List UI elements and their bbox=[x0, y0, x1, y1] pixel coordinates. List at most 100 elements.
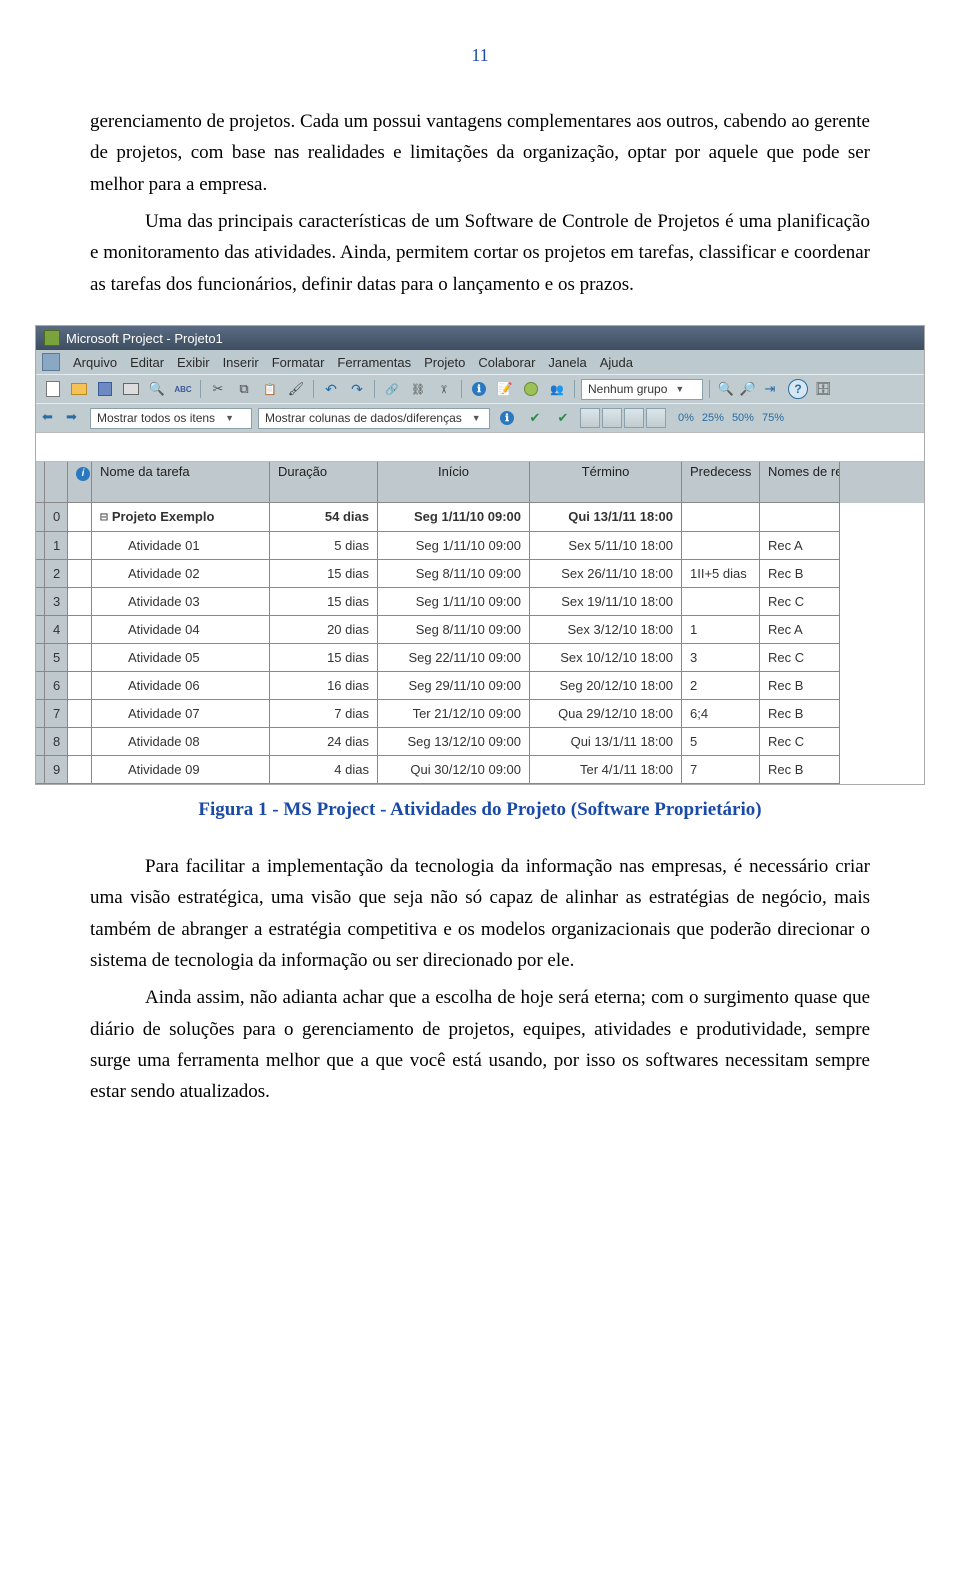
summary-start[interactable]: Seg 1/11/10 09:00 bbox=[378, 503, 530, 532]
zoom-in-icon[interactable]: 🔎 bbox=[738, 379, 758, 399]
copy-icon[interactable] bbox=[233, 378, 255, 400]
menu-exibir[interactable]: Exibir bbox=[177, 355, 210, 370]
spellcheck-icon[interactable] bbox=[172, 378, 194, 400]
task-name[interactable]: Atividade 03 bbox=[92, 588, 270, 616]
network-view-icon[interactable] bbox=[624, 408, 644, 428]
menu-ajuda[interactable]: Ajuda bbox=[600, 355, 633, 370]
task-res[interactable]: Rec B bbox=[760, 700, 840, 728]
task-res[interactable]: Rec A bbox=[760, 532, 840, 560]
task-res[interactable]: Rec B bbox=[760, 672, 840, 700]
task-duration[interactable]: 5 dias bbox=[270, 532, 378, 560]
goto-task-icon[interactable]: ⇥ bbox=[760, 379, 780, 399]
task-row[interactable]: 2Atividade 0215 diasSeg 8/11/10 09:00Sex… bbox=[36, 560, 924, 588]
task-pred[interactable] bbox=[682, 532, 760, 560]
task-duration[interactable]: 4 dias bbox=[270, 756, 378, 784]
task-name[interactable]: Atividade 04 bbox=[92, 616, 270, 644]
task-pred[interactable]: 2 bbox=[682, 672, 760, 700]
task-duration[interactable]: 15 dias bbox=[270, 644, 378, 672]
pct-0[interactable]: 0% bbox=[678, 412, 694, 424]
summary-row[interactable]: 0 ⊟Projeto Exemplo 54 dias Seg 1/11/10 0… bbox=[36, 503, 924, 532]
help-icon[interactable]: ? bbox=[788, 379, 808, 399]
status-icon[interactable]: ✔ bbox=[552, 407, 574, 429]
menu-editar[interactable]: Editar bbox=[130, 355, 164, 370]
task-row[interactable]: 7Atividade 077 diasTer 21/12/10 09:00Qua… bbox=[36, 700, 924, 728]
task-res[interactable]: Rec C bbox=[760, 728, 840, 756]
task-row[interactable]: 6Atividade 0616 diasSeg 29/11/10 09:00Se… bbox=[36, 672, 924, 700]
task-row[interactable]: 9Atividade 094 diasQui 30/12/10 09:00Ter… bbox=[36, 756, 924, 784]
print-icon[interactable] bbox=[120, 378, 142, 400]
task-res[interactable]: Rec C bbox=[760, 644, 840, 672]
col-duration[interactable]: Duração bbox=[270, 462, 378, 503]
task-start[interactable]: Seg 8/11/10 09:00 bbox=[378, 560, 530, 588]
task-end[interactable]: Sex 3/12/10 18:00 bbox=[530, 616, 682, 644]
task-start[interactable]: Ter 21/12/10 09:00 bbox=[378, 700, 530, 728]
task-pred[interactable]: 1II+5 dias bbox=[682, 560, 760, 588]
task-res[interactable]: Rec A bbox=[760, 616, 840, 644]
pct-50[interactable]: 50% bbox=[732, 412, 754, 424]
task-name[interactable]: Atividade 08 bbox=[92, 728, 270, 756]
task-end[interactable]: Sex 5/11/10 18:00 bbox=[530, 532, 682, 560]
task-end[interactable]: Ter 4/1/11 18:00 bbox=[530, 756, 682, 784]
col-name[interactable]: Nome da tarefa bbox=[92, 462, 270, 503]
task-res[interactable]: Rec B bbox=[760, 560, 840, 588]
gantt-view-icon[interactable] bbox=[580, 408, 600, 428]
tracking-icon[interactable]: ✔ bbox=[524, 407, 546, 429]
formula-bar[interactable] bbox=[36, 432, 924, 462]
menu-arquivo[interactable]: Arquivo bbox=[73, 355, 117, 370]
task-info-icon[interactable] bbox=[468, 378, 490, 400]
summary-pred[interactable] bbox=[682, 503, 760, 532]
task-name[interactable]: Atividade 01 bbox=[92, 532, 270, 560]
menu-formatar[interactable]: Formatar bbox=[272, 355, 325, 370]
link-tasks-icon[interactable] bbox=[381, 378, 403, 400]
paste-icon[interactable] bbox=[259, 378, 281, 400]
task-pred[interactable] bbox=[682, 588, 760, 616]
open-icon[interactable] bbox=[68, 378, 90, 400]
summary-duration[interactable]: 54 dias bbox=[270, 503, 378, 532]
group-dropdown[interactable]: Nenhum grupo ▼ bbox=[581, 379, 703, 400]
task-pred[interactable]: 5 bbox=[682, 728, 760, 756]
col-resources[interactable]: Nomes de recursos bbox=[760, 462, 840, 503]
col-end[interactable]: Término bbox=[530, 462, 682, 503]
col-start[interactable]: Início bbox=[378, 462, 530, 503]
task-name[interactable]: Atividade 02 bbox=[92, 560, 270, 588]
pct-25[interactable]: 25% bbox=[702, 412, 724, 424]
info-icon[interactable] bbox=[496, 407, 518, 429]
task-start[interactable]: Seg 8/11/10 09:00 bbox=[378, 616, 530, 644]
summary-end[interactable]: Qui 13/1/11 18:00 bbox=[530, 503, 682, 532]
outdent-icon[interactable]: ➡ bbox=[66, 409, 84, 427]
collapse-icon[interactable]: ⊟ bbox=[100, 510, 108, 525]
format-painter-icon[interactable]: 🖌 bbox=[285, 378, 307, 400]
task-duration[interactable]: 15 dias bbox=[270, 588, 378, 616]
task-end[interactable]: Qua 29/12/10 18:00 bbox=[530, 700, 682, 728]
task-start[interactable]: Seg 22/11/10 09:00 bbox=[378, 644, 530, 672]
task-row[interactable]: 5Atividade 0515 diasSeg 22/11/10 09:00Se… bbox=[36, 644, 924, 672]
task-res[interactable]: Rec C bbox=[760, 588, 840, 616]
calendar-view-icon[interactable] bbox=[602, 408, 622, 428]
undo-icon[interactable] bbox=[320, 378, 342, 400]
task-name[interactable]: Atividade 06 bbox=[92, 672, 270, 700]
menu-inserir[interactable]: Inserir bbox=[223, 355, 259, 370]
save-icon[interactable] bbox=[94, 378, 116, 400]
task-pred[interactable]: 7 bbox=[682, 756, 760, 784]
task-duration[interactable]: 24 dias bbox=[270, 728, 378, 756]
task-start[interactable]: Seg 13/12/10 09:00 bbox=[378, 728, 530, 756]
task-duration[interactable]: 15 dias bbox=[270, 560, 378, 588]
split-task-icon[interactable] bbox=[433, 378, 455, 400]
filter-cols-dropdown[interactable]: Mostrar colunas de dados/diferenças ▼ bbox=[258, 408, 490, 429]
task-duration[interactable]: 16 dias bbox=[270, 672, 378, 700]
task-pred[interactable]: 6;4 bbox=[682, 700, 760, 728]
task-end[interactable]: Sex 26/11/10 18:00 bbox=[530, 560, 682, 588]
note-icon[interactable]: 📝 bbox=[494, 378, 516, 400]
task-start[interactable]: Qui 30/12/10 09:00 bbox=[378, 756, 530, 784]
summary-name[interactable]: ⊟Projeto Exemplo bbox=[92, 503, 270, 532]
preview-icon[interactable]: 🔍 bbox=[146, 378, 168, 400]
task-row[interactable]: 1Atividade 015 diasSeg 1/11/10 09:00Sex … bbox=[36, 532, 924, 560]
usage-view-icon[interactable] bbox=[646, 408, 666, 428]
task-row[interactable]: 3Atividade 0315 diasSeg 1/11/10 09:00Sex… bbox=[36, 588, 924, 616]
task-end[interactable]: Sex 10/12/10 18:00 bbox=[530, 644, 682, 672]
task-duration[interactable]: 7 dias bbox=[270, 700, 378, 728]
menu-projeto[interactable]: Projeto bbox=[424, 355, 465, 370]
zoom-out-icon[interactable]: 🔍 bbox=[716, 379, 736, 399]
menu-janela[interactable]: Janela bbox=[548, 355, 586, 370]
task-row[interactable]: 8Atividade 0824 diasSeg 13/12/10 09:00Qu… bbox=[36, 728, 924, 756]
